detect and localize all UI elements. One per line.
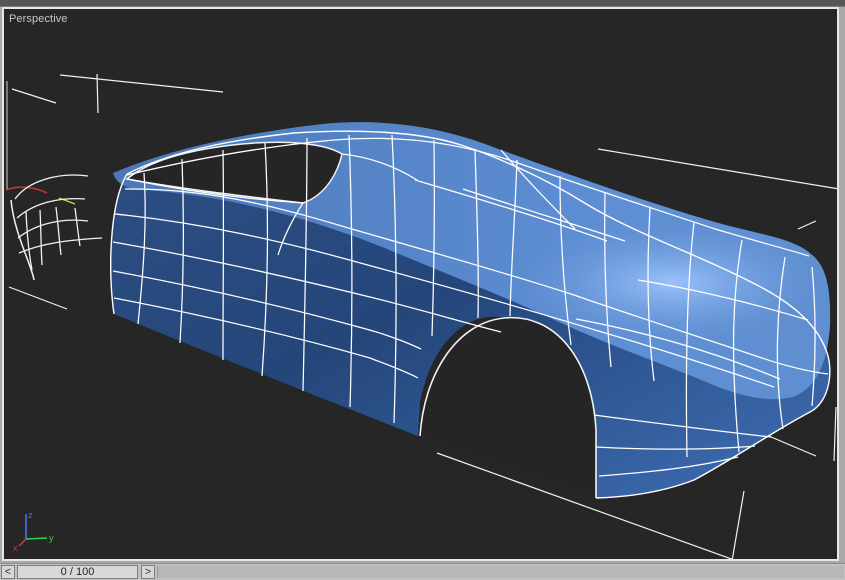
construction-line	[833, 406, 837, 462]
gizmo-y-label: y	[49, 533, 54, 543]
scene-svg[interactable]: z y x	[4, 9, 839, 561]
timeline-track[interactable]	[157, 566, 844, 578]
construction-line	[8, 286, 68, 310]
front-structure-line	[10, 199, 35, 281]
front-wireframe	[14, 174, 103, 271]
construction-line	[11, 88, 57, 104]
front-wire-vertical	[39, 209, 43, 266]
viewport-label[interactable]: Perspective	[9, 13, 68, 25]
top-strip	[0, 0, 845, 7]
axis-gizmo: z y x	[13, 510, 54, 553]
gizmo-x-label: x	[13, 543, 18, 553]
next-frame-button[interactable]: >	[141, 565, 155, 579]
time-slider-bar: < 0 / 100 >	[0, 563, 845, 580]
perspective-viewport[interactable]: Perspective z y x	[2, 7, 839, 561]
construction-line	[763, 433, 817, 457]
gizmo-z-label: z	[28, 510, 33, 520]
construction-line	[59, 74, 224, 93]
construction-line	[731, 490, 745, 559]
construction-line	[797, 220, 817, 230]
construction-line	[96, 73, 99, 114]
construction-line	[597, 148, 837, 190]
gizmo-x-axis	[18, 538, 27, 547]
app-window: Perspective z y x < 0 / 100 >	[0, 0, 845, 580]
frame-slider[interactable]: 0 / 100	[17, 565, 138, 579]
front-wire-vertical	[55, 206, 62, 256]
gizmo-y-axis	[25, 537, 48, 540]
front-wire-vertical	[25, 211, 33, 271]
previous-frame-button[interactable]: <	[1, 565, 15, 579]
pivot-markers	[5, 81, 76, 205]
